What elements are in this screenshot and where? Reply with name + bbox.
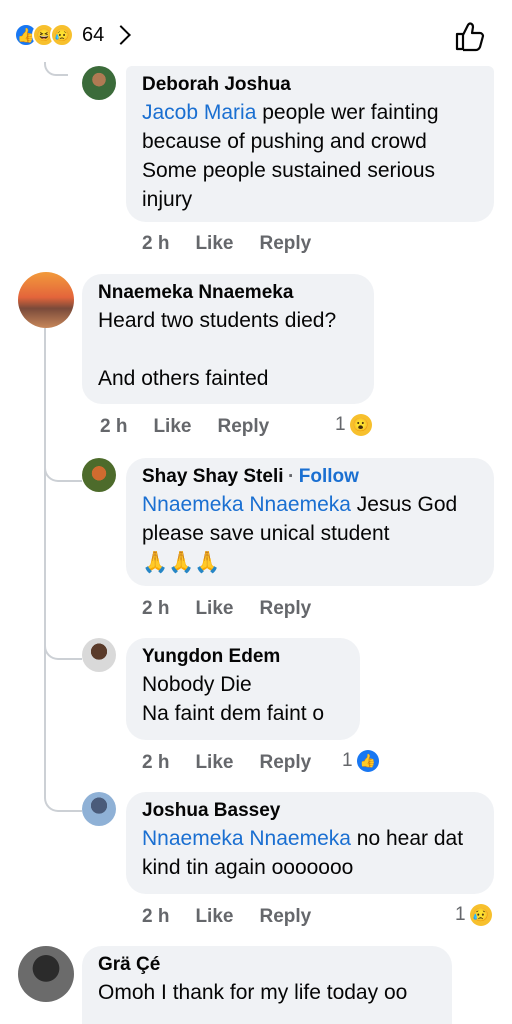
like-button[interactable]: Like — [153, 416, 191, 438]
mention-link[interactable]: Nnaemeka Nnaemeka — [142, 493, 351, 516]
like-button[interactable]: Like — [195, 906, 233, 928]
reply-button[interactable]: Reply — [259, 752, 311, 774]
avatar[interactable] — [82, 458, 116, 492]
chevron-right-icon — [111, 25, 132, 45]
commenter-name[interactable]: Yungdon Edem — [142, 646, 344, 668]
like-button[interactable]: Like — [195, 233, 233, 255]
avatar[interactable] — [82, 66, 116, 100]
reaction-count: 1 — [342, 750, 353, 771]
comment-actions: 2 h Like Reply — [142, 233, 337, 255]
comment-reaction[interactable]: 1 😥 — [455, 904, 492, 926]
timestamp: 2 h — [142, 906, 170, 927]
comment-bubble: Shay Shay Steli · Follow Nnaemeka Nnaeme… — [126, 458, 494, 586]
comment-text-line2: And others fainted — [98, 367, 269, 390]
comment-text: Nobody Die — [142, 673, 252, 696]
avatar[interactable] — [18, 272, 74, 328]
comment-text: Heard two students died? — [98, 309, 337, 332]
reply-button[interactable]: Reply — [259, 598, 311, 620]
thread-line-main — [44, 328, 46, 798]
thread-curve-top — [44, 62, 68, 76]
avatar[interactable] — [82, 792, 116, 826]
sad-icon: 😥 — [469, 904, 492, 926]
comment-actions: 2 h Like Reply — [142, 906, 337, 928]
reaction-count: 1 — [335, 414, 346, 435]
separator-dot: · — [287, 466, 295, 487]
thread-curve-2 — [44, 640, 82, 660]
like-thumb-icon[interactable] — [454, 20, 486, 52]
avatar[interactable] — [82, 638, 116, 672]
timestamp: 2 h — [142, 233, 170, 254]
comment-text-line2: Na faint dem faint o — [142, 702, 325, 725]
comment-reaction[interactable]: 1 😮 — [335, 414, 372, 436]
wow-icon: 😮 — [349, 414, 372, 436]
commenter-name[interactable]: Grä Çé — [98, 954, 436, 976]
comment-bubble: Nnaemeka Nnaemeka Heard two students die… — [82, 274, 374, 404]
reactions-header: 👍 😆 😥 64 — [0, 0, 512, 70]
thread-curve-1 — [44, 462, 82, 482]
reply-button[interactable]: Reply — [217, 416, 269, 438]
comment-actions: 2 h Like Reply — [100, 416, 295, 438]
sad-icon: 😥 — [50, 23, 74, 47]
like-button[interactable]: Like — [195, 752, 233, 774]
reactions-summary[interactable]: 👍 😆 😥 64 — [14, 20, 132, 50]
commenter-name[interactable]: Nnaemeka Nnaemeka — [98, 282, 358, 304]
like-icon: 👍 — [356, 750, 379, 772]
comment-emoji: 🙏🙏🙏 — [142, 551, 221, 574]
follow-button[interactable]: Follow — [299, 466, 359, 487]
reaction-count: 1 — [455, 904, 466, 925]
reply-button[interactable]: Reply — [259, 233, 311, 255]
comment-bubble: Joshua Bassey Nnaemeka Nnaemeka no hear … — [126, 792, 494, 894]
mention-link[interactable]: Nnaemeka Nnaemeka — [142, 827, 351, 850]
comment-actions: 2 h Like Reply — [142, 598, 337, 620]
comment-bubble: Deborah Joshua Jacob Maria people wer fa… — [126, 66, 494, 222]
commenter-name[interactable]: Deborah Joshua — [142, 74, 478, 96]
comment-bubble: Yungdon Edem Nobody Die Na faint dem fai… — [126, 638, 360, 740]
commenter-name[interactable]: Joshua Bassey — [142, 800, 478, 822]
comment-bubble: Grä Çé Omoh I thank for my life today oo — [82, 946, 452, 1024]
timestamp: 2 h — [142, 752, 170, 773]
comment-reaction[interactable]: 1 👍 — [342, 750, 379, 772]
timestamp: 2 h — [142, 598, 170, 619]
comment-text: Omoh I thank for my life today oo — [98, 981, 408, 1004]
thread-curve-3 — [44, 792, 82, 812]
reply-button[interactable]: Reply — [259, 906, 311, 928]
commenter-name[interactable]: Shay Shay Steli — [142, 466, 284, 487]
avatar[interactable] — [18, 946, 74, 1002]
mention-link[interactable]: Jacob Maria — [142, 101, 256, 124]
timestamp: 2 h — [100, 416, 128, 437]
reaction-count: 64 — [82, 23, 105, 46]
like-button[interactable]: Like — [195, 598, 233, 620]
comment-actions: 2 h Like Reply — [142, 752, 337, 774]
